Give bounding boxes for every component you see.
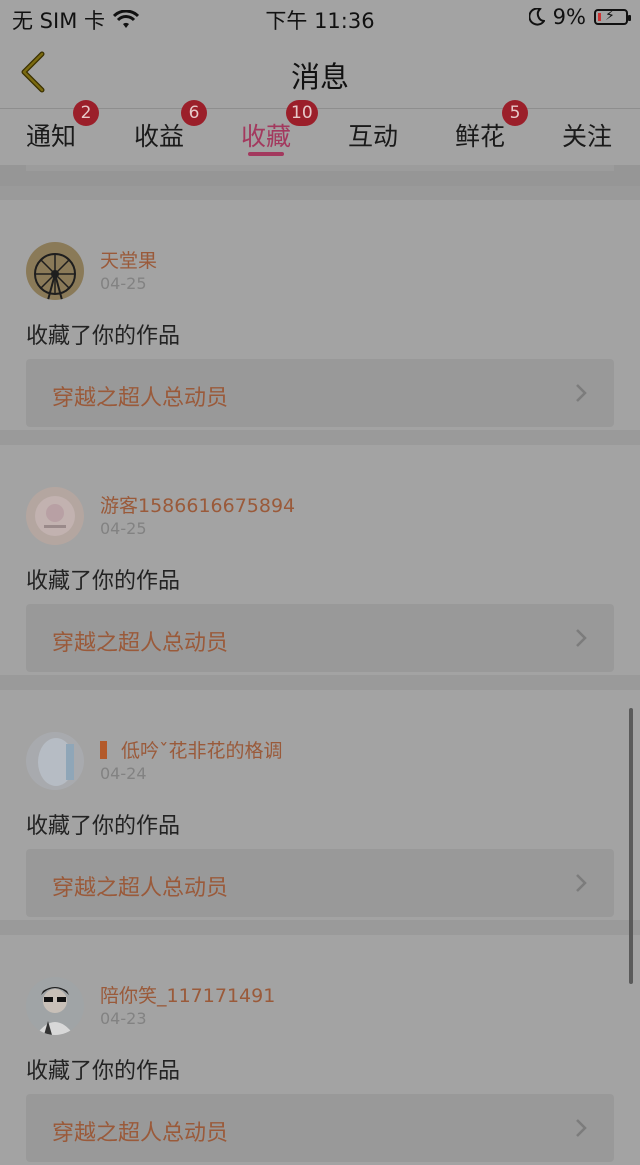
action-text: 收藏了你的作品 bbox=[26, 324, 181, 349]
action-text: 收藏了你的作品 bbox=[26, 1059, 181, 1084]
work-title: 穿越之超人总动员 bbox=[52, 386, 229, 411]
tab-notice-badge: 2 bbox=[73, 100, 99, 126]
work-link[interactable]: 穿越之超人总动员 bbox=[26, 1094, 614, 1162]
status-right: 9% ⚡ bbox=[528, 5, 631, 29]
tab-notice[interactable]: 通知 bbox=[26, 117, 76, 153]
list-item: 游客1586616675894 04-25 收藏了你的作品 穿越之超人总动员 bbox=[0, 445, 640, 675]
tab-flowers[interactable]: 鲜花 bbox=[455, 117, 505, 153]
tab-favorites[interactable]: 收藏 bbox=[241, 117, 291, 153]
username-text: 低吟ˇ花非花的格调 bbox=[121, 740, 283, 762]
chevron-right-icon bbox=[576, 1119, 587, 1137]
avatar[interactable] bbox=[26, 487, 84, 545]
user-marker bbox=[100, 741, 107, 759]
chevron-right-icon bbox=[576, 629, 587, 647]
tab-earnings[interactable]: 收益 bbox=[134, 117, 184, 153]
active-tab-indicator bbox=[248, 152, 284, 156]
username[interactable]: 低吟ˇ花非花的格调 bbox=[100, 736, 283, 763]
moon-icon bbox=[528, 8, 545, 26]
tab-flowers-badge: 5 bbox=[502, 100, 528, 126]
tab-follow[interactable]: 关注 bbox=[562, 117, 612, 153]
date: 04-24 bbox=[100, 764, 147, 783]
username[interactable]: 天堂果 bbox=[100, 246, 157, 273]
work-title: 穿越之超人总动员 bbox=[52, 876, 229, 901]
list-item: 低吟ˇ花非花的格调 04-24 收藏了你的作品 穿越之超人总动员 bbox=[0, 690, 640, 920]
work-link[interactable]: 穿越之超人总动员 bbox=[26, 849, 614, 917]
list-top-divider bbox=[0, 165, 640, 186]
tab-favorites-badge: 10 bbox=[286, 100, 318, 126]
avatar[interactable] bbox=[26, 977, 84, 1035]
list-item: 天堂果 04-25 收藏了你的作品 穿越之超人总动员 bbox=[0, 200, 640, 430]
date: 04-25 bbox=[100, 519, 147, 538]
tab-bar: 通知 2 收益 6 收藏 10 互动 鲜花 5 关注 bbox=[0, 100, 640, 165]
list-item: 陪你笑_117171491 04-23 收藏了你的作品 穿越之超人总动员 bbox=[0, 935, 640, 1165]
username[interactable]: 游客1586616675894 bbox=[100, 491, 295, 518]
work-link[interactable]: 穿越之超人总动员 bbox=[26, 359, 614, 427]
status-bar: 无 SIM 卡 下午 11:36 9% ⚡ bbox=[0, 0, 640, 36]
work-title: 穿越之超人总动员 bbox=[52, 1121, 229, 1146]
avatar[interactable] bbox=[26, 242, 84, 300]
action-text: 收藏了你的作品 bbox=[26, 814, 181, 839]
work-link[interactable]: 穿越之超人总动员 bbox=[26, 604, 614, 672]
action-text: 收藏了你的作品 bbox=[26, 569, 181, 594]
chevron-right-icon bbox=[576, 874, 587, 892]
date: 04-25 bbox=[100, 274, 147, 293]
page-title: 消息 bbox=[290, 60, 349, 94]
battery-icon: ⚡ bbox=[594, 8, 631, 25]
tab-interaction[interactable]: 互动 bbox=[348, 117, 398, 153]
username[interactable]: 陪你笑_117171491 bbox=[100, 981, 275, 1008]
tab-earnings-badge: 6 bbox=[181, 100, 207, 126]
battery-percent: 9% bbox=[552, 5, 586, 29]
avatar[interactable] bbox=[26, 732, 84, 790]
date: 04-23 bbox=[100, 1009, 147, 1028]
vertical-scrollbar[interactable] bbox=[629, 708, 633, 984]
nav-bar: 消息 bbox=[0, 36, 640, 109]
work-title: 穿越之超人总动员 bbox=[52, 631, 229, 656]
chevron-right-icon bbox=[576, 384, 587, 402]
